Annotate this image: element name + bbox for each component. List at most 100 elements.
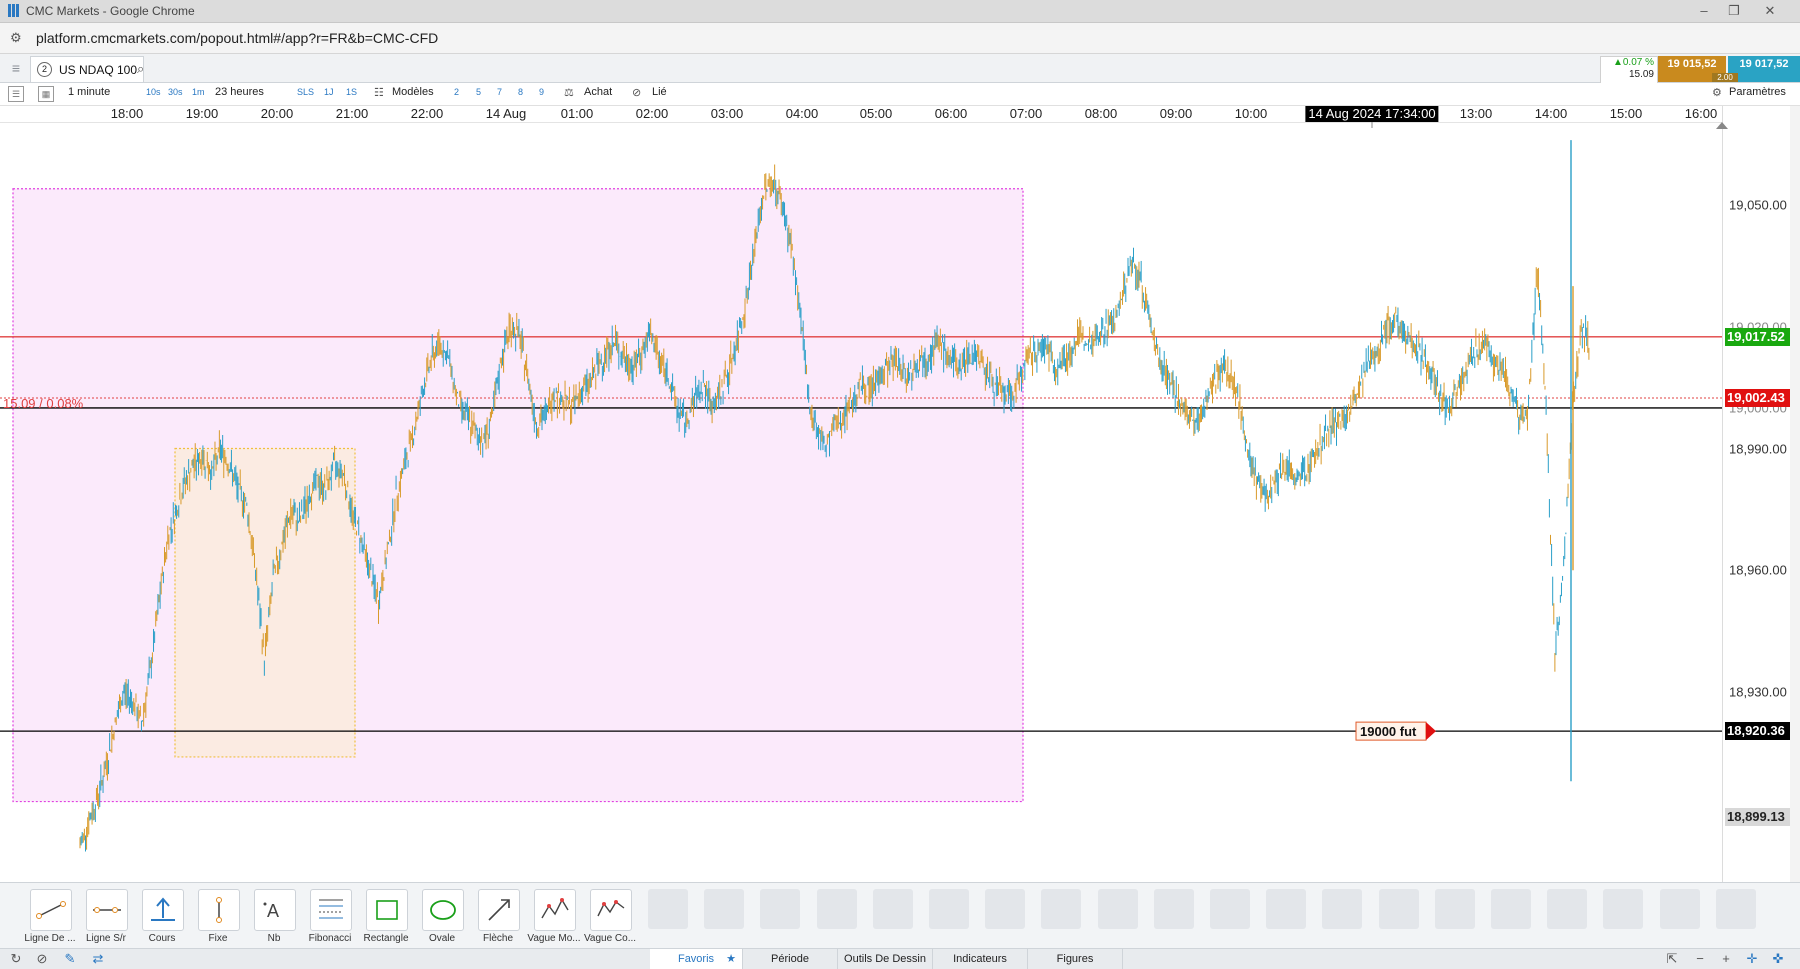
empty-tool-slot[interactable]: [872, 889, 913, 929]
refresh-icon[interactable]: ↻: [8, 951, 24, 967]
empty-tool-slot[interactable]: [1378, 889, 1419, 929]
change-annotation: 15.09 / 0.08%: [3, 396, 84, 411]
empty-tool-slot[interactable]: [1153, 889, 1194, 929]
empty-tool-slot[interactable]: [1210, 889, 1250, 929]
interval-10s[interactable]: 10s: [146, 87, 161, 97]
template-8[interactable]: 8: [518, 87, 523, 97]
template-9[interactable]: 9: [539, 87, 544, 97]
tab-outils-de-dessin[interactable]: Outils De Dessin: [838, 949, 933, 969]
draw-tool-button[interactable]: [422, 889, 464, 931]
hamburger-menu-icon[interactable]: ≡: [6, 58, 26, 78]
empty-tool-slot[interactable]: [1041, 889, 1082, 929]
gear-icon[interactable]: ⚙: [1712, 86, 1722, 99]
empty-tool-slot[interactable]: [1322, 889, 1363, 929]
tab-periode[interactable]: Période: [743, 949, 838, 969]
line-price-badge: 18,920.36: [1725, 722, 1800, 741]
fit-icon[interactable]: ⇱: [1664, 951, 1680, 967]
interval-1m[interactable]: 1m: [192, 87, 205, 97]
change-box: ▲0.07 % 15.09: [1600, 56, 1658, 84]
template-7[interactable]: 7: [497, 87, 502, 97]
empty-tool-slot[interactable]: [1547, 889, 1588, 929]
buy-button[interactable]: Achat: [584, 86, 612, 98]
settings-button[interactable]: Paramètres: [1729, 86, 1786, 98]
empty-tool-slot[interactable]: [985, 889, 1026, 929]
chart-list-icon[interactable]: ☰: [8, 86, 24, 102]
rectangle-icon: [376, 900, 398, 920]
buy-tool-icon[interactable]: ⚖: [564, 86, 574, 99]
draw-tool-button[interactable]: [478, 889, 520, 931]
draw-tool-button[interactable]: [310, 889, 352, 931]
zoom-in-icon[interactable]: +: [1718, 951, 1734, 967]
url-text[interactable]: platform.cmcmarkets.com/popout.html#/app…: [36, 30, 438, 46]
crosshair-icon[interactable]: ✛: [1744, 951, 1760, 967]
draw-tool-button[interactable]: [30, 889, 72, 931]
empty-tool-slot[interactable]: [1715, 889, 1756, 929]
cmc-app-icon: [8, 4, 19, 17]
minimize-icon[interactable]: –: [1690, 2, 1718, 20]
draw-tool-button[interactable]: [590, 889, 632, 931]
templates-button[interactable]: Modèles: [392, 86, 434, 98]
expand-icon[interactable]: ✜: [1770, 951, 1786, 967]
alert-arrow-icon: [1426, 722, 1436, 741]
draw-tool-button[interactable]: A: [254, 889, 296, 931]
empty-tool-slot[interactable]: [1434, 889, 1475, 929]
restore-icon[interactable]: ❐: [1720, 2, 1748, 20]
browser-title-bar: CMC Markets - Google Chrome – ❐ ✕: [0, 0, 1800, 23]
pencil-icon[interactable]: ✎: [62, 951, 78, 967]
empty-tool-slot[interactable]: [1266, 889, 1307, 929]
layout-grid-icon[interactable]: ▦: [38, 86, 54, 102]
scroll-end-icon[interactable]: [1715, 119, 1729, 129]
alert-label: 19000 fut: [1360, 724, 1417, 739]
instrument-tab[interactable]: 2 US NDAQ 100 ⌕: [30, 56, 144, 82]
text-icon: A: [263, 901, 279, 921]
price-chart[interactable]: 15.09 / 0.08% 19000 fut: [0, 122, 1722, 882]
interval-select[interactable]: 1 minute: [68, 86, 110, 98]
empty-tool-slot[interactable]: [929, 889, 969, 929]
cursor-icon[interactable]: ⇄: [90, 951, 106, 967]
time-label: 22:00: [410, 106, 444, 121]
tab-figures[interactable]: Figures: [1028, 949, 1123, 969]
range-1s[interactable]: 1S: [346, 87, 357, 97]
templates-icon[interactable]: ☷: [374, 86, 384, 99]
draw-tool-button[interactable]: [86, 889, 128, 931]
site-info-icon[interactable]: ⚙: [10, 31, 24, 45]
close-icon[interactable]: ✕: [1756, 2, 1784, 20]
address-bar[interactable]: ⚙ platform.cmcmarkets.com/popout.html#/a…: [0, 23, 1800, 54]
time-label: 13:00: [1459, 106, 1493, 121]
tab-favoris[interactable]: Favoris ★: [650, 949, 743, 969]
time-label: 14 Aug: [485, 106, 527, 121]
time-label: 21:00: [335, 106, 369, 121]
clear-icon[interactable]: ⊘: [34, 951, 50, 967]
draw-tool-button[interactable]: [366, 889, 408, 931]
draw-tool-button[interactable]: [142, 889, 184, 931]
empty-tool-slot[interactable]: [1097, 889, 1138, 929]
change-pct: ▲0.07 %: [1612, 57, 1654, 68]
empty-tool-slot[interactable]: [1659, 889, 1700, 929]
price-ticket: ▲0.07 % 15.09 19 015,52 19 017,52 2.00: [1600, 56, 1800, 84]
time-label: 03:00: [710, 106, 744, 121]
search-icon[interactable]: ⌕: [137, 61, 144, 77]
empty-tool-slot[interactable]: [1491, 889, 1531, 929]
time-label: 05:00: [859, 106, 893, 121]
zoom-out-icon[interactable]: −: [1692, 951, 1708, 967]
template-5[interactable]: 5: [476, 87, 481, 97]
linked-button[interactable]: Lié: [652, 86, 667, 98]
empty-tool-slot[interactable]: [648, 889, 688, 929]
draw-tool-label: Fixe: [208, 933, 228, 944]
tab-indicateurs[interactable]: Indicateurs: [933, 949, 1028, 969]
buy-price-button[interactable]: 19 017,52: [1728, 56, 1800, 82]
empty-tool-slot[interactable]: [816, 889, 857, 929]
empty-tool-slot[interactable]: [760, 889, 801, 929]
draw-tool-button[interactable]: [534, 889, 576, 931]
instrument-tab-row: ≡ 2 US NDAQ 100 ⌕: [0, 54, 1800, 83]
template-2[interactable]: 2: [454, 87, 459, 97]
empty-tool-slot[interactable]: [704, 889, 745, 929]
range-sls[interactable]: SLS: [297, 87, 314, 97]
right-scroll-strip[interactable]: [1790, 106, 1800, 882]
interval-30s[interactable]: 30s: [168, 87, 183, 97]
draw-tool-button[interactable]: [198, 889, 240, 931]
range-1j[interactable]: 1J: [324, 87, 334, 97]
range-select[interactable]: 23 heures: [215, 86, 264, 98]
empty-tool-slot[interactable]: [1603, 889, 1644, 929]
link-icon[interactable]: ⊘: [632, 86, 641, 99]
